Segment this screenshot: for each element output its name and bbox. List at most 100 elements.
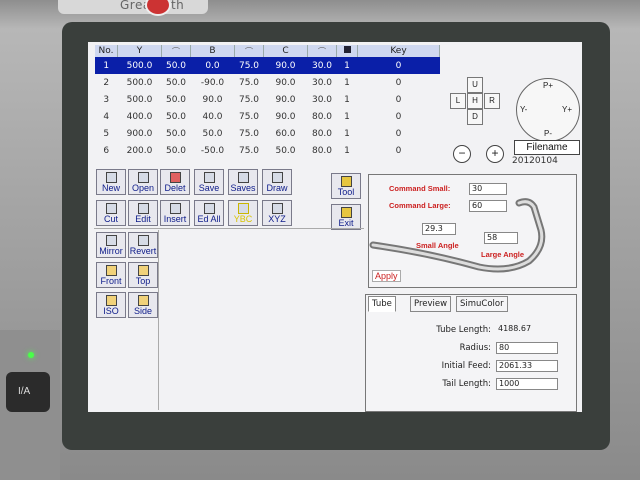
mirror-icon [105, 235, 117, 246]
side-view-button[interactable]: Side [128, 292, 158, 318]
saves-button[interactable]: Saves [228, 169, 258, 195]
col-y: Y [117, 45, 162, 57]
y-plus-key[interactable]: Y+ [562, 105, 572, 114]
table-cell: -50.0 [200, 145, 225, 156]
table-cell: 75.0 [234, 57, 264, 74]
saves-icon [237, 172, 249, 183]
apply-button[interactable]: Apply [372, 270, 401, 282]
revert-button[interactable]: Revert [128, 232, 158, 258]
open-button[interactable]: Open [128, 169, 158, 195]
check-icon [237, 203, 249, 214]
table-cell: 50.0 [165, 111, 187, 122]
initial-feed-label: Initial Feed: [441, 361, 491, 371]
table-cell: 50.0 [161, 57, 191, 74]
edit-button[interactable]: Edit [128, 200, 158, 226]
table-cell: 90.0 [263, 57, 308, 74]
revert-icon [137, 235, 149, 246]
revert-label: Revert [129, 246, 157, 256]
tab-tube[interactable]: Tube [368, 296, 396, 312]
new-button[interactable]: New [96, 169, 126, 195]
front-view-button[interactable]: Front [96, 262, 126, 288]
table-cell: 40.0 [202, 111, 223, 122]
mirror-label: Mirror [99, 246, 123, 256]
tail-length-input[interactable]: 1000 [496, 378, 558, 390]
side-view-icon [137, 295, 149, 306]
tube-length-value: 4188.67 [498, 324, 532, 333]
table-cell: 50.0 [165, 145, 187, 156]
up-key[interactable]: U [467, 77, 483, 93]
initial-feed-input[interactable]: 2061.33 [496, 360, 558, 372]
save-label: Save [198, 183, 220, 193]
iso-view-button[interactable]: ISO [96, 292, 126, 318]
table-cell: 1 [344, 128, 350, 139]
tab-simucolor[interactable]: SimuColor [456, 296, 508, 312]
table-cell: 0 [395, 145, 402, 156]
radius-label: Radius: [459, 343, 491, 353]
new-file-icon [105, 172, 117, 183]
insert-button[interactable]: Insert [160, 200, 190, 226]
mirror-button[interactable]: Mirror [96, 232, 126, 258]
radius-input[interactable]: 80 [496, 342, 558, 354]
p-minus-key[interactable]: P- [544, 129, 552, 138]
col-y-speed: ⌒ [161, 45, 191, 57]
cut-button[interactable]: Cut [96, 200, 126, 226]
exit-button[interactable]: Exit [331, 204, 361, 230]
tab-preview[interactable]: Preview [410, 296, 452, 312]
p-plus-key[interactable]: P+ [543, 81, 553, 90]
draw-label: Draw [266, 183, 288, 193]
col-b: B [190, 45, 235, 57]
tail-length-label: Tail Length: [442, 379, 491, 389]
screen: No. Y ⌒ B ⌒ C ⌒ Key 1 500.0 50.0 0.0 75.0 90.… [88, 42, 582, 412]
table-row[interactable]: 3 500.0 50.0 90.0 75.0 90.0 30.0 1 0 [95, 91, 440, 108]
table-cell: 75.0 [238, 111, 260, 122]
top-label: Top [135, 276, 151, 286]
side-hardware-button[interactable]: I/A [6, 372, 50, 412]
table-cell: 90.0 [275, 94, 296, 105]
direction-pad: U L H R D [445, 77, 509, 137]
home-key[interactable]: H [467, 93, 483, 109]
table-row[interactable]: 5 900.0 50.0 50.0 75.0 60.0 80.0 1 0 [95, 125, 440, 142]
table-cell: 200.0 [126, 145, 153, 156]
edit-all-button[interactable]: Ed All [194, 200, 224, 226]
table-cell: 500.0 [126, 77, 153, 88]
square-icon [343, 46, 351, 53]
draw-button[interactable]: Draw [262, 169, 292, 195]
ybc-button[interactable]: YBC [228, 200, 258, 226]
zoom-in-button[interactable]: + [486, 145, 504, 163]
xyz-button[interactable]: XYZ [262, 200, 292, 226]
table-cell: 75.0 [238, 145, 260, 156]
filename-value: 20120104 [512, 156, 558, 166]
table-cell: 60.0 [275, 128, 296, 139]
edit-all-label: Ed All [197, 214, 221, 224]
table-row[interactable]: 2 500.0 50.0 -90.0 75.0 90.0 30.0 1 0 [95, 74, 440, 91]
top-view-button[interactable]: Top [128, 262, 158, 288]
table-cell: 400.0 [126, 111, 153, 122]
insert-label: Insert [163, 214, 187, 224]
toolbar-divider [94, 228, 364, 229]
program-table: No. Y ⌒ B ⌒ C ⌒ Key 1 500.0 50.0 0.0 75.0 90.… [95, 45, 440, 165]
tool-button[interactable]: Tool [331, 173, 361, 199]
tool-icon [340, 176, 352, 187]
new-label: New [101, 183, 120, 193]
right-key[interactable]: R [484, 93, 500, 109]
delete-button[interactable]: Delet [160, 169, 190, 195]
table-row[interactable]: 4 400.0 50.0 40.0 75.0 90.0 80.0 1 0 [95, 108, 440, 125]
save-button[interactable]: Save [194, 169, 224, 195]
draw-icon [271, 172, 283, 183]
side-label: Side [133, 306, 152, 316]
xyz-label: XYZ [268, 214, 286, 224]
open-label: Open [131, 183, 155, 193]
ybc-label: YBC [233, 214, 253, 224]
table-row[interactable]: 6 200.0 50.0 -50.0 75.0 50.0 80.0 1 0 [95, 142, 440, 159]
table-row[interactable]: 1 500.0 50.0 0.0 75.0 90.0 30.0 1 0 [95, 57, 440, 74]
table-cell: 75.0 [238, 128, 260, 139]
filename-button[interactable]: Filename [514, 140, 580, 155]
table-cell: 90.0 [275, 111, 296, 122]
axes-icon [271, 203, 283, 214]
zoom-out-button[interactable]: − [453, 145, 471, 163]
down-key[interactable]: D [467, 109, 483, 125]
left-key[interactable]: L [450, 93, 466, 109]
y-minus-key[interactable]: Y- [520, 105, 527, 114]
table-cell: 50.0 [275, 145, 296, 156]
table-cell: 2 [103, 77, 110, 88]
